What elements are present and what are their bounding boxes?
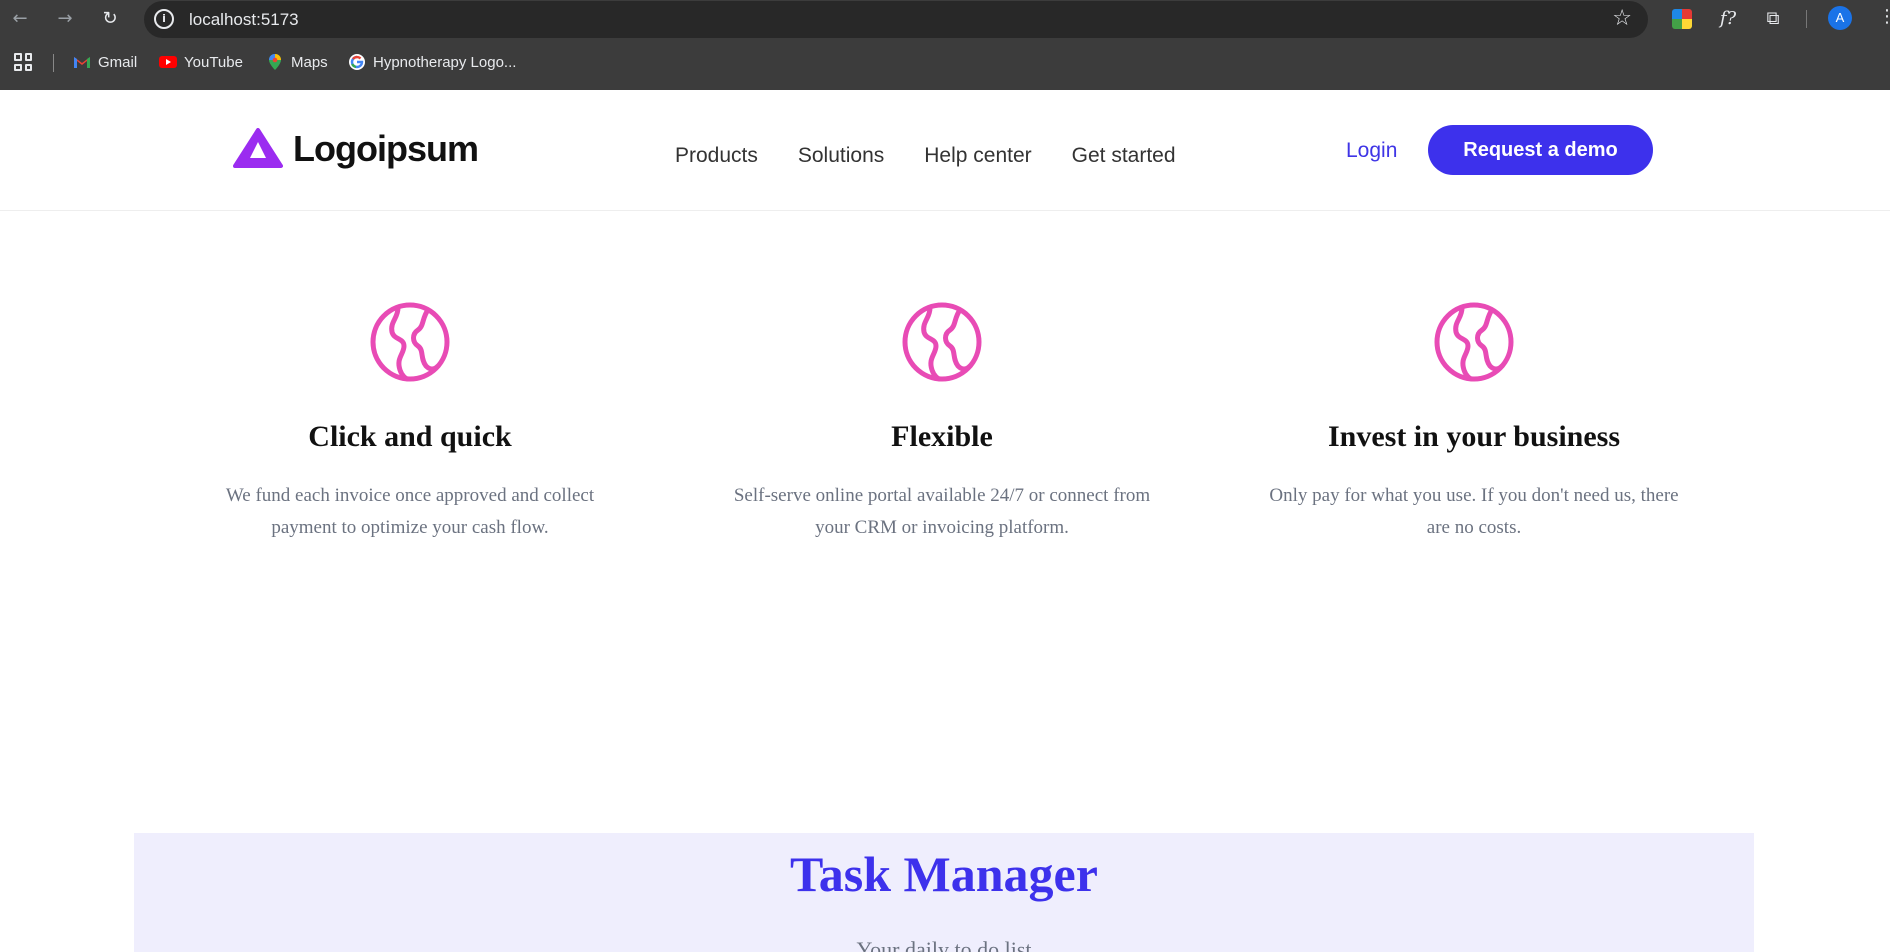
- bookmark-star-icon[interactable]: ☆: [1612, 6, 1632, 31]
- maps-icon: [269, 54, 281, 70]
- font-extension-icon[interactable]: f?: [1716, 7, 1740, 31]
- task-manager-title: Task Manager: [790, 846, 1098, 902]
- youtube-icon: [159, 56, 177, 68]
- logo[interactable]: Logoipsum: [233, 128, 479, 170]
- bookmark-label: Maps: [291, 53, 328, 71]
- login-link[interactable]: Login: [1346, 139, 1397, 163]
- nav-solutions[interactable]: Solutions: [798, 144, 884, 168]
- feature-title: Click and quick: [308, 420, 512, 453]
- browser-chrome: ← → ↻ i localhost:5173 ☆ f? ⧉ A ⋮ Gmail …: [0, 0, 1890, 90]
- extensions-puzzle-icon[interactable]: ⧉: [1761, 7, 1785, 31]
- main-nav: Products Solutions Help center Get start…: [675, 144, 1176, 168]
- url-text[interactable]: localhost:5173: [189, 10, 299, 30]
- site-header: Logoipsum Products Solutions Help center…: [0, 90, 1890, 211]
- color-extension-icon[interactable]: [1672, 9, 1692, 29]
- nav-get-started[interactable]: Get started: [1072, 144, 1176, 168]
- bookmark-gmail[interactable]: Gmail: [73, 53, 137, 71]
- feature-card: Flexible Self-serve online portal availa…: [732, 300, 1152, 544]
- bookmark-label: YouTube: [184, 53, 243, 71]
- back-icon[interactable]: ←: [9, 8, 31, 30]
- task-manager-section: Task Manager Your daily to do list: [134, 833, 1754, 952]
- google-icon: [349, 54, 365, 70]
- gmail-icon: [74, 57, 90, 68]
- globe-icon: [902, 302, 982, 382]
- profile-avatar[interactable]: A: [1828, 6, 1852, 30]
- globe-icon: [1434, 302, 1514, 382]
- nav-products[interactable]: Products: [675, 144, 758, 168]
- bookmark-label: Gmail: [98, 53, 138, 71]
- bookmarks-bar: Gmail YouTube Maps Hypnotherapy Logo...: [0, 48, 1890, 78]
- task-manager-subtitle: Your daily to do list: [856, 937, 1032, 952]
- site-info-icon[interactable]: i: [154, 9, 174, 29]
- toolbar-divider: [1806, 10, 1807, 28]
- feature-card: Invest in your business Only pay for wha…: [1264, 300, 1684, 544]
- address-bar[interactable]: i localhost:5173 ☆: [144, 1, 1648, 38]
- feature-text: Only pay for what you use. If you don't …: [1269, 485, 1679, 538]
- request-demo-button[interactable]: Request a demo: [1428, 125, 1653, 175]
- feature-text: We fund each invoice once approved and c…: [225, 485, 595, 538]
- feature-text: Self-serve online portal available 24/7 …: [733, 485, 1151, 538]
- feature-card: Click and quick We fund each invoice onc…: [200, 300, 620, 544]
- bookmark-maps[interactable]: Maps: [266, 53, 328, 71]
- reload-icon[interactable]: ↻: [99, 8, 121, 30]
- browser-toolbar: ← → ↻ i localhost:5173 ☆ f? ⧉ A ⋮: [0, 0, 1890, 38]
- globe-icon: [370, 302, 450, 382]
- forward-icon[interactable]: →: [54, 8, 76, 30]
- feature-title: Flexible: [891, 420, 993, 453]
- bookmark-youtube[interactable]: YouTube: [159, 53, 243, 71]
- menu-kebab-icon[interactable]: ⋮: [1878, 6, 1890, 27]
- logo-text: Logoipsum: [293, 128, 479, 169]
- bookmark-label: Hypnotherapy Logo...: [373, 53, 517, 71]
- logo-mark-icon: [233, 128, 283, 168]
- feature-title: Invest in your business: [1327, 420, 1621, 453]
- bookmark-hypnotherapy[interactable]: Hypnotherapy Logo...: [348, 53, 516, 71]
- nav-help-center[interactable]: Help center: [924, 144, 1031, 168]
